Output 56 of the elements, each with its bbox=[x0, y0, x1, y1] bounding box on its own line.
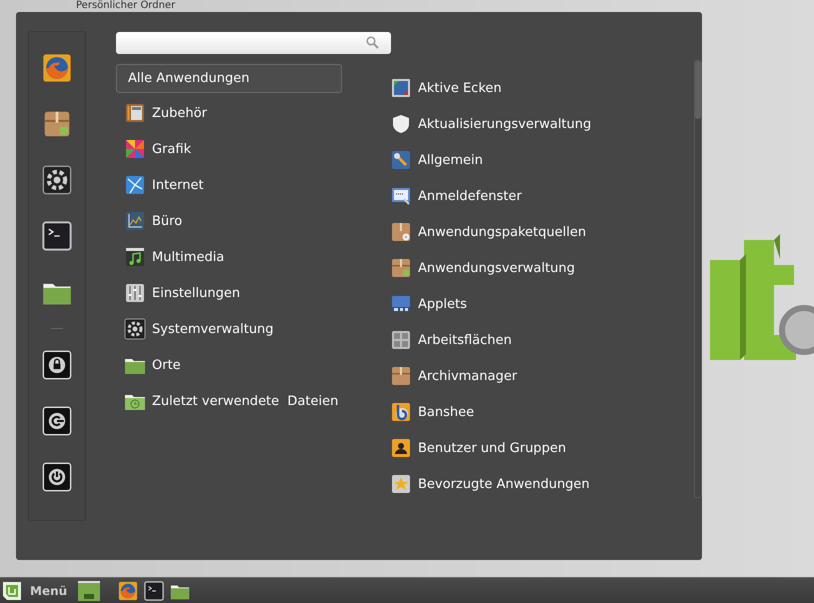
lock-icon bbox=[42, 350, 72, 380]
chart-icon bbox=[124, 210, 146, 232]
sliders-icon bbox=[124, 282, 146, 304]
box-icon bbox=[390, 365, 412, 387]
terminal-icon bbox=[42, 221, 72, 251]
terminal-icon bbox=[144, 580, 164, 600]
category-item[interactable]: Grafik bbox=[116, 131, 342, 167]
category-item[interactable]: Zubehör bbox=[116, 95, 342, 131]
menu-button[interactable]: Menü bbox=[2, 580, 74, 600]
favorite-button[interactable] bbox=[41, 220, 73, 252]
application-item[interactable]: Anwendungspaketquellen bbox=[388, 214, 694, 250]
panel-icon bbox=[390, 293, 412, 315]
application-item[interactable]: Aktive Ecken bbox=[388, 70, 694, 106]
workspace-grid-icon bbox=[390, 329, 412, 351]
scrollbar[interactable] bbox=[694, 60, 702, 498]
power-icon bbox=[42, 462, 72, 492]
color-wheel-icon bbox=[124, 138, 146, 160]
category-item[interactable]: Systemverwaltung bbox=[116, 311, 342, 347]
package-icon bbox=[42, 109, 72, 139]
category-item[interactable]: Alle Anwendungen bbox=[116, 64, 342, 93]
network-icon bbox=[124, 174, 146, 196]
search-field[interactable] bbox=[116, 32, 391, 54]
login-screen-icon bbox=[390, 185, 412, 207]
desktop-icon-label: Persönlicher Ordner bbox=[75, 0, 176, 12]
logout-icon bbox=[42, 406, 72, 436]
application-item[interactable]: Archivmanager bbox=[388, 358, 694, 394]
application-item[interactable]: Anmeldefenster bbox=[388, 178, 694, 214]
category-item[interactable]: Multimedia bbox=[116, 239, 342, 275]
category-item[interactable]: Büro bbox=[116, 203, 342, 239]
gear-icon bbox=[42, 165, 72, 195]
users-icon bbox=[390, 437, 412, 459]
desktop-icon bbox=[78, 580, 100, 600]
gear-icon bbox=[124, 318, 146, 340]
application-item[interactable]: Aktualisierungsverwaltung bbox=[388, 106, 694, 142]
category-item[interactable]: Einstellungen bbox=[116, 275, 342, 311]
music-note-icon bbox=[124, 246, 146, 268]
show-desktop-button[interactable] bbox=[77, 580, 102, 600]
screen-corners-icon bbox=[390, 77, 412, 99]
application-item[interactable]: Banshee bbox=[388, 394, 694, 430]
search-icon bbox=[366, 36, 379, 49]
application-item[interactable]: Arbeitsflächen bbox=[388, 322, 694, 358]
launcher-button[interactable] bbox=[143, 580, 166, 600]
category-item[interactable]: Internet bbox=[116, 167, 342, 203]
calculator-icon bbox=[124, 102, 146, 124]
application-item[interactable]: Allgemein bbox=[388, 142, 694, 178]
category-item[interactable]: Orte bbox=[116, 347, 342, 383]
application-item[interactable]: Bevorzugte Anwendungen bbox=[388, 466, 694, 502]
b-letter-icon bbox=[390, 401, 412, 423]
favorite-button[interactable] bbox=[41, 164, 73, 196]
shield-icon bbox=[390, 113, 412, 135]
application-item[interactable]: Benutzer und Gruppen bbox=[388, 430, 694, 466]
application-item[interactable]: Anwendungsverwaltung bbox=[388, 250, 694, 286]
package-icon bbox=[390, 257, 412, 279]
category-item[interactable]: Zuletzt verwendete Dateien bbox=[116, 383, 342, 419]
wrench-icon bbox=[390, 149, 412, 171]
application-item[interactable]: Applets bbox=[388, 286, 694, 322]
